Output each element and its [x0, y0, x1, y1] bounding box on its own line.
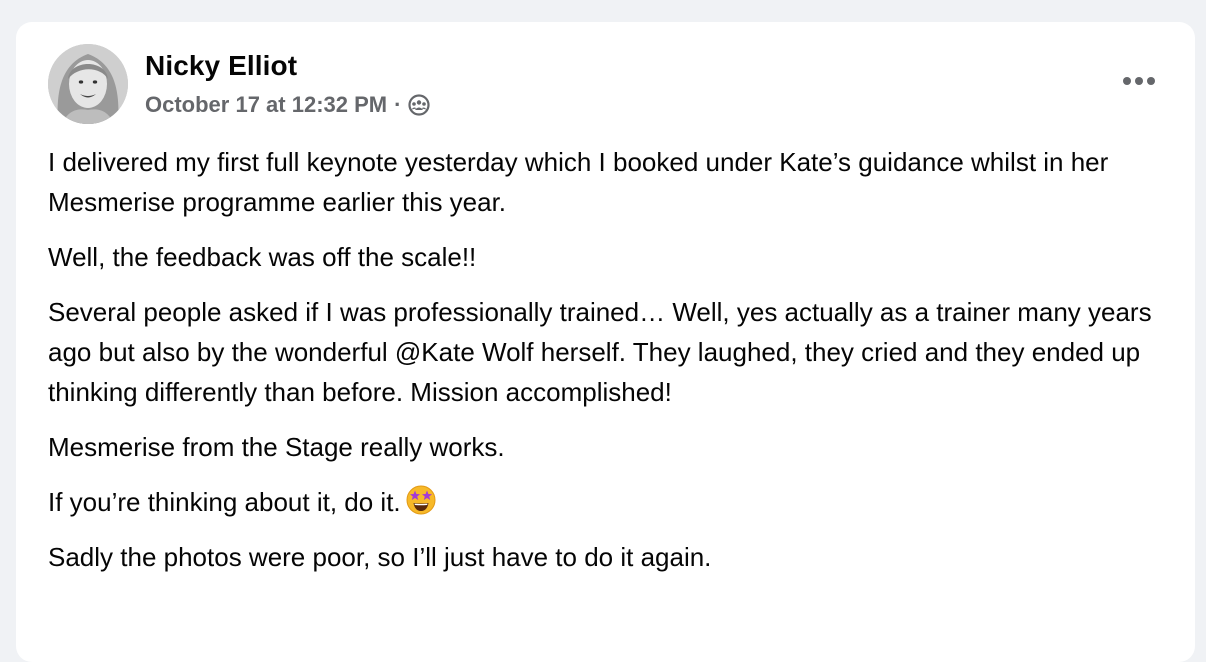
post-timestamp[interactable]: October 17 at 12:32 PM [145, 92, 387, 118]
star-struck-emoji-icon [405, 484, 437, 516]
post-paragraph: Several people asked if I was profession… [48, 297, 1152, 407]
post-paragraph-with-emoji: If you’re thinking about it, do it. [48, 482, 1158, 522]
post-paragraph: Mesmerise from the Stage really works. [48, 432, 505, 462]
more-horizontal-icon [1123, 77, 1155, 85]
post-paragraph: Sadly the photos were poor, so I’ll just… [48, 542, 712, 572]
post-body: I delivered my first full keynote yester… [48, 142, 1158, 592]
more-options-button[interactable] [1117, 62, 1161, 100]
post-paragraph: I delivered my first full keynote yester… [48, 147, 1109, 217]
post-card: Nicky Elliot October 17 at 12:32 PM · I … [16, 22, 1195, 662]
post-paragraph: Well, the feedback was off the scale!! [48, 242, 477, 272]
meta-separator: · [394, 92, 402, 117]
avatar-photo [48, 44, 128, 124]
post-meta: October 17 at 12:32 PM · [145, 92, 431, 118]
author-name[interactable]: Nicky Elliot [145, 50, 297, 82]
avatar[interactable] [48, 44, 128, 124]
post-paragraph-text: If you’re thinking about it, do it. [48, 487, 401, 517]
group-audience-icon[interactable] [407, 93, 431, 117]
